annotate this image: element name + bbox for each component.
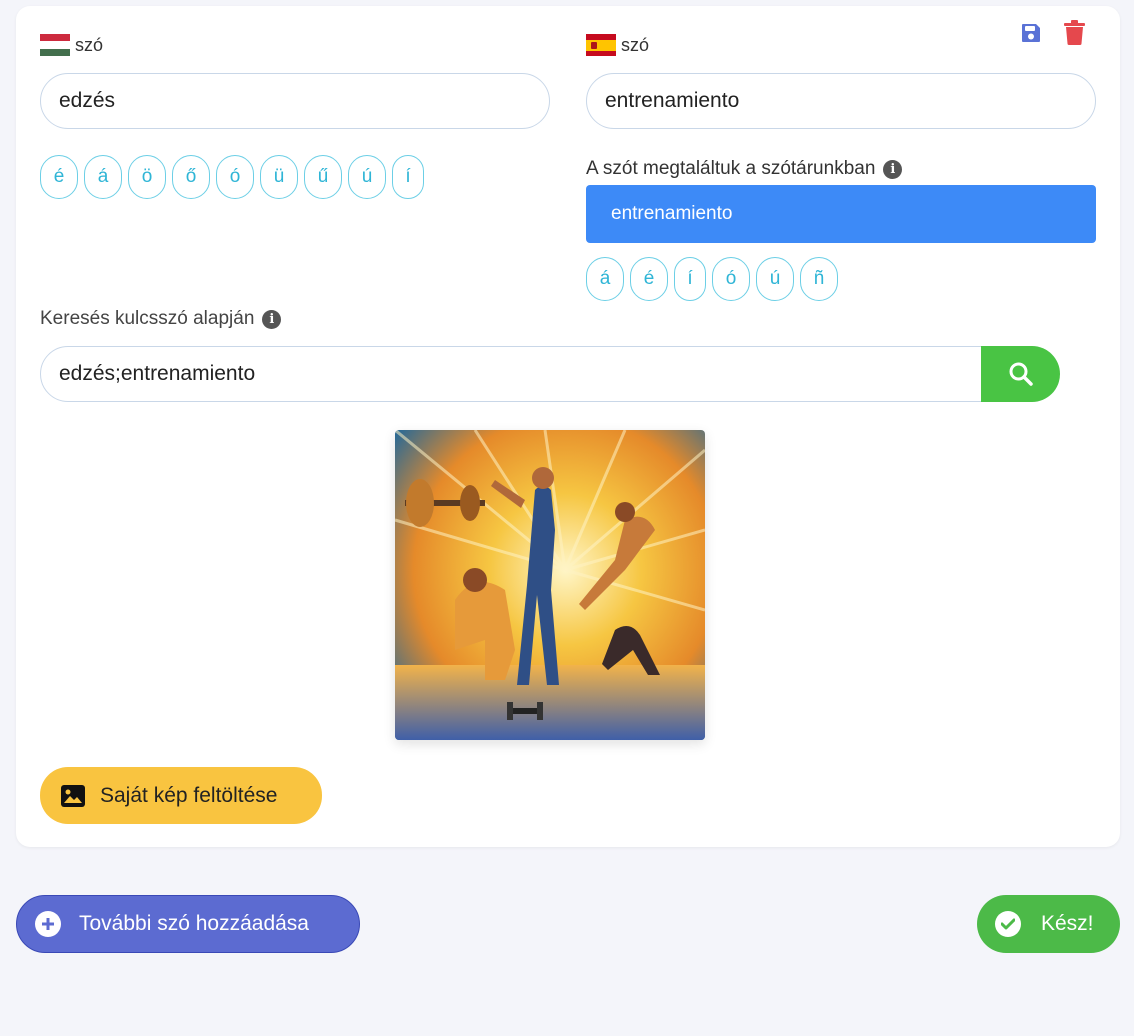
- dictionary-result-item[interactable]: entrenamiento: [586, 185, 1096, 243]
- keyword-search-label: Keresés kulcsszó alapján i: [40, 308, 282, 330]
- hungarian-special-chars: é á ö ő ó ü ű ú í: [40, 155, 424, 199]
- hungary-flag-icon: [40, 34, 70, 56]
- hungarian-word-label: szó: [75, 34, 104, 55]
- done-button[interactable]: Kész!: [977, 895, 1120, 953]
- char-chip[interactable]: ó: [712, 257, 750, 301]
- spain-flag-icon: [586, 34, 616, 56]
- add-word-label: További szó hozzáadása: [79, 912, 309, 935]
- char-chip[interactable]: ü: [260, 155, 298, 199]
- char-chip[interactable]: ö: [128, 155, 166, 199]
- dictionary-found-text: A szót megtaláltuk a szótárunkban: [586, 158, 876, 179]
- save-icon[interactable]: [1020, 22, 1042, 49]
- search-button[interactable]: [981, 346, 1060, 402]
- char-chip[interactable]: ő: [172, 155, 210, 199]
- spanish-word-label: szó: [621, 34, 650, 55]
- spanish-special-chars: á é í ó ú ñ: [586, 257, 838, 301]
- char-chip[interactable]: í: [674, 257, 706, 301]
- image-icon: [61, 784, 85, 807]
- plus-circle-icon: [35, 911, 61, 937]
- char-chip[interactable]: á: [84, 155, 122, 199]
- add-word-button[interactable]: További szó hozzáadása: [16, 895, 360, 953]
- char-chip[interactable]: á: [586, 257, 624, 301]
- char-chip[interactable]: é: [630, 257, 668, 301]
- char-chip[interactable]: ű: [304, 155, 342, 199]
- check-circle-icon: [995, 911, 1021, 937]
- upload-image-label: Saját kép feltöltése: [100, 783, 278, 807]
- done-label: Kész!: [1041, 912, 1094, 935]
- spanish-word-value: entrenamiento: [605, 89, 740, 112]
- char-chip[interactable]: ú: [756, 257, 794, 301]
- trash-icon[interactable]: [1064, 20, 1085, 50]
- info-icon[interactable]: i: [883, 159, 903, 179]
- char-chip[interactable]: ú: [348, 155, 386, 199]
- upload-image-button[interactable]: Saját kép feltöltése: [40, 767, 322, 824]
- info-icon[interactable]: i: [262, 309, 282, 329]
- char-chip[interactable]: í: [392, 155, 424, 199]
- dictionary-result-text: entrenamiento: [611, 203, 733, 224]
- char-chip[interactable]: é: [40, 155, 78, 199]
- char-chip[interactable]: ó: [216, 155, 254, 199]
- keyword-search-input[interactable]: edzés;entrenamiento: [40, 346, 983, 402]
- keyword-search-value: edzés;entrenamiento: [59, 362, 256, 385]
- hungarian-word-input[interactable]: edzés: [40, 73, 550, 129]
- word-image[interactable]: [395, 430, 705, 740]
- search-icon: [1009, 362, 1033, 386]
- hungarian-word-value: edzés: [59, 89, 116, 112]
- dictionary-found-label: A szót megtaláltuk a szótárunkban i: [586, 158, 903, 180]
- hungarian-label: szó: [40, 34, 103, 56]
- spanish-word-input[interactable]: entrenamiento: [586, 73, 1096, 129]
- keyword-search-text: Keresés kulcsszó alapján: [40, 308, 255, 329]
- spanish-label: szó: [586, 34, 649, 56]
- char-chip[interactable]: ñ: [800, 257, 838, 301]
- word-card: szó szó edzés entrenamiento é á ö ő ó ü …: [16, 6, 1120, 847]
